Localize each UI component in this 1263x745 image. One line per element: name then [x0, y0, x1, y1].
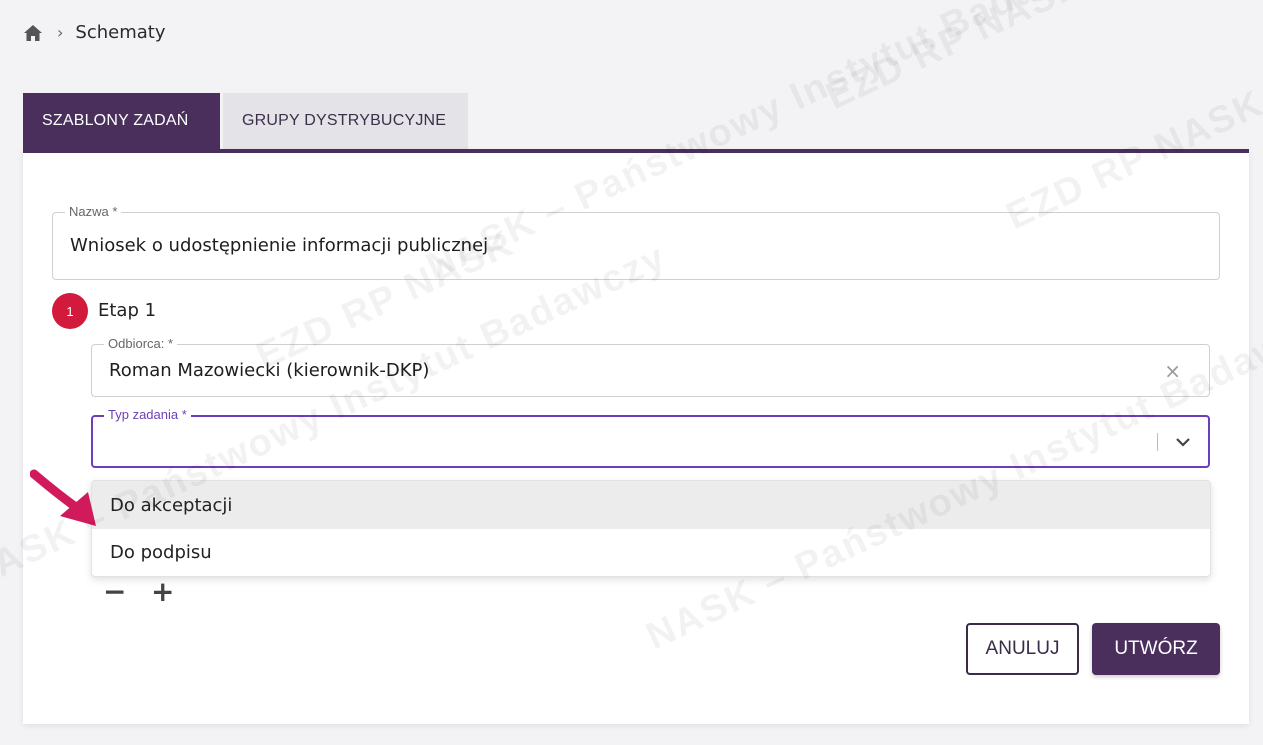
breadcrumb-current[interactable]: Schematy [75, 22, 165, 43]
name-field-label: Nazwa * [65, 204, 122, 219]
option-do-podpisu[interactable]: Do podpisu [92, 529, 1210, 575]
task-type-select[interactable]: Typ zadania * [91, 407, 1210, 468]
select-divider [1157, 433, 1158, 451]
name-field-value[interactable]: Wniosek o udostępnienie informacji publi… [70, 235, 488, 256]
home-icon[interactable] [23, 24, 43, 42]
add-step-button[interactable]: + [151, 578, 174, 606]
form-card: Nazwa * Wniosek o udostępnienie informac… [23, 149, 1249, 724]
watermark-logo-text: EZD RP NASK [820, 0, 1091, 119]
cancel-button[interactable]: ANULUJ [966, 623, 1079, 675]
recipient-field-label: Odbiorca: * [104, 336, 178, 351]
task-type-label: Typ zadania * [104, 407, 191, 422]
recipient-field[interactable]: Odbiorca: * Roman Mazowiecki (kierownik-… [91, 336, 1210, 397]
recipient-field-value[interactable]: Roman Mazowiecki (kierownik-DKP) [109, 360, 429, 381]
step-number-badge: 1 [52, 293, 88, 329]
name-field[interactable]: Nazwa * Wniosek o udostępnienie informac… [52, 204, 1220, 280]
create-button[interactable]: UTWÓRZ [1092, 623, 1220, 675]
option-do-akceptacji[interactable]: Do akceptacji [92, 481, 1210, 529]
clear-icon[interactable]: × [1164, 359, 1181, 383]
breadcrumb-separator: › [57, 23, 64, 42]
remove-step-button[interactable]: − [103, 578, 126, 606]
pointer-arrow-icon [30, 469, 96, 526]
task-type-dropdown: Do akceptacji Do podpisu [91, 480, 1211, 577]
tab-szablony-zadan[interactable]: SZABLONY ZADAŃ [23, 93, 220, 149]
tab-grupy-dystrybucyjne[interactable]: GRUPY DYSTRYBUCYJNE [223, 93, 468, 149]
chevron-down-icon[interactable] [1174, 433, 1192, 451]
breadcrumb: › Schematy [23, 22, 166, 43]
step-label: Etap 1 [98, 300, 157, 321]
tab-bar: SZABLONY ZADAŃ GRUPY DYSTRYBUCYJNE [23, 93, 468, 149]
